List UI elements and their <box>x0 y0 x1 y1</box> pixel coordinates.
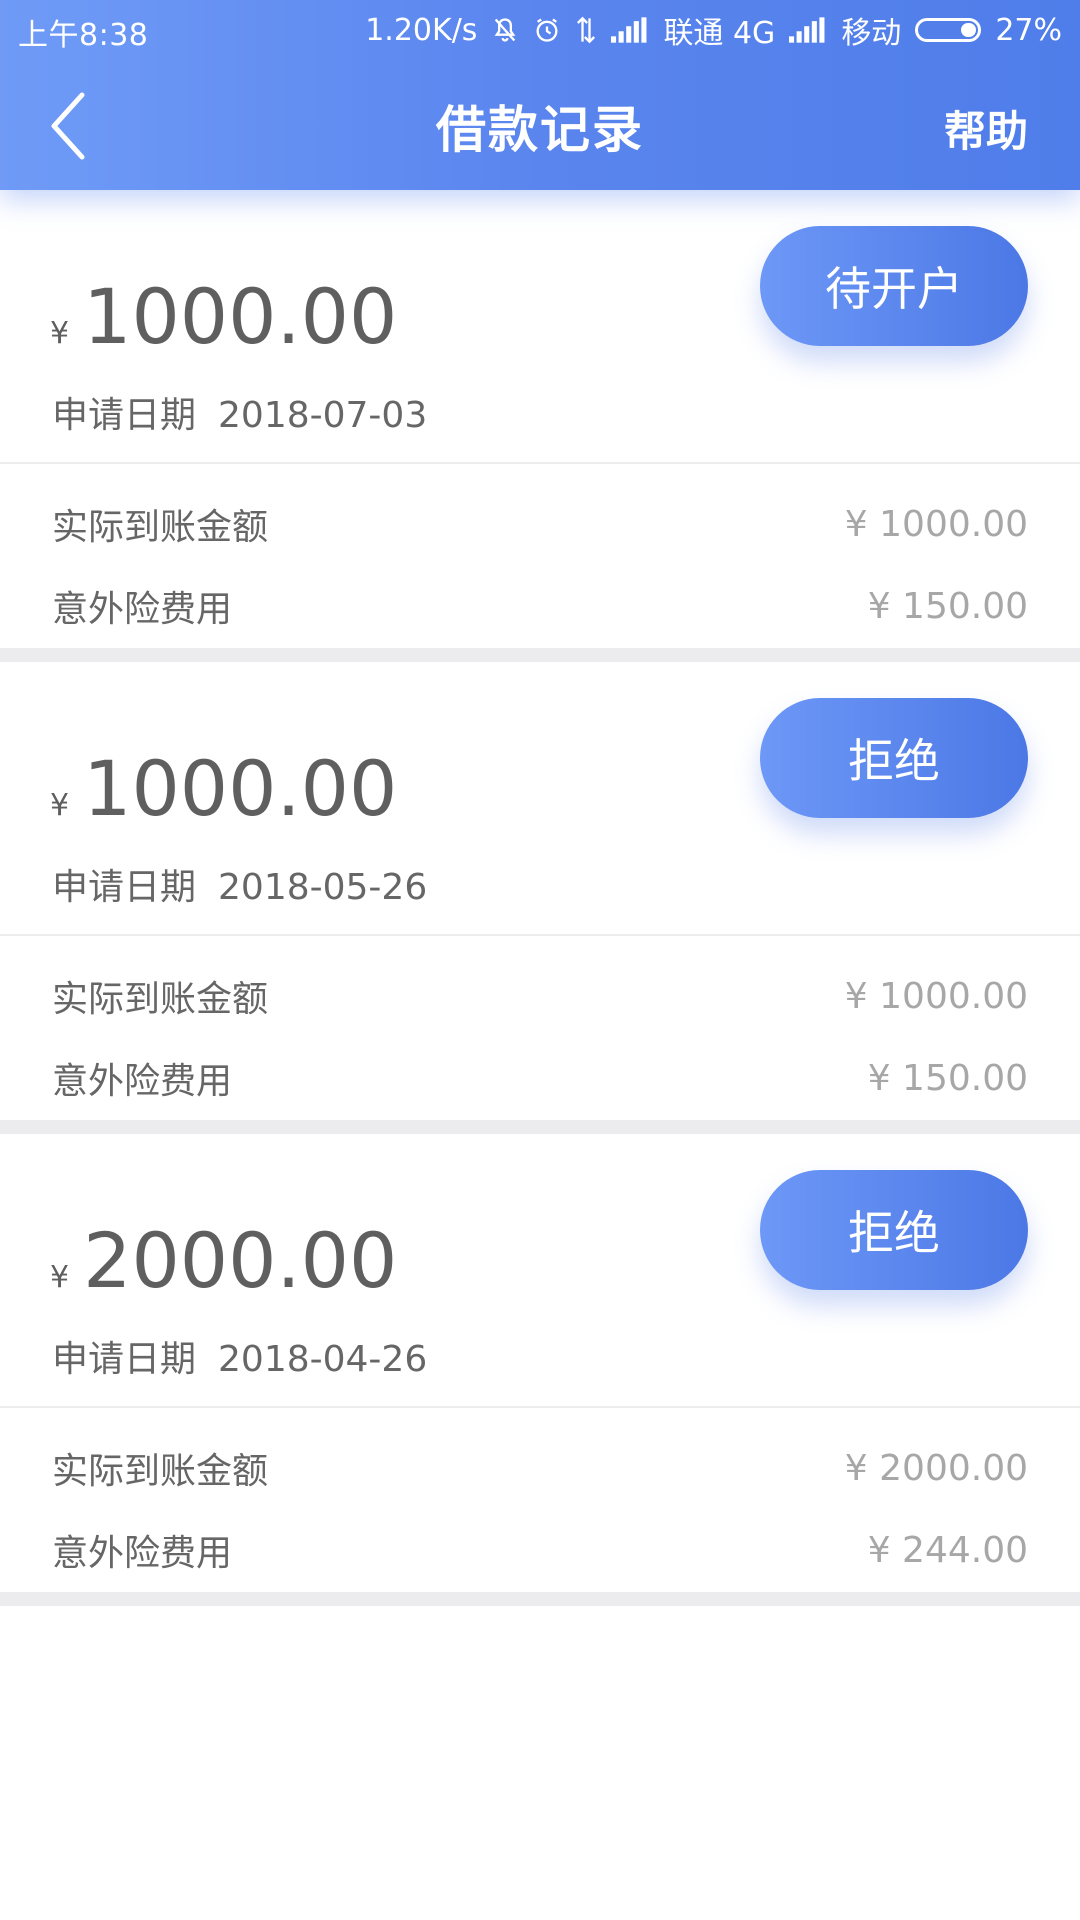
received-label: 实际到账金额 <box>52 507 269 548</box>
currency-symbol: ¥ <box>50 316 70 351</box>
date-value: 2018-07-03 <box>218 395 428 436</box>
loan-record-card[interactable]: ¥ 1000.00 申请日期 2018-07-03 待开户 实际到账金额 ¥ 10… <box>0 190 1080 662</box>
status-right-group: 1.20K/s 联通 4G 移动 27% <box>365 8 1062 52</box>
insurance-label: 意外险费用 <box>52 1533 233 1574</box>
card-summary: ¥ 1000.00 申请日期 2018-05-26 拒绝 <box>0 662 1080 936</box>
insurance-label: 意外险费用 <box>52 1061 233 1102</box>
alarm-icon <box>533 16 561 44</box>
loan-record-card[interactable]: ¥ 2000.00 申请日期 2018-04-26 拒绝 实际到账金额 ¥ 200… <box>0 1134 1080 1606</box>
status-button[interactable]: 拒绝 <box>760 1170 1028 1290</box>
app-header: 上午8:38 1.20K/s 联通 4G 移动 27% 借款记录 帮助 <box>0 0 1080 190</box>
signal-icon <box>611 17 649 43</box>
application-date: 申请日期 2018-04-26 <box>52 1330 427 1382</box>
insurance-value: ¥ 150.00 <box>867 1057 1028 1099</box>
received-label: 实际到账金额 <box>52 1451 269 1492</box>
loan-amount: ¥ 2000.00 <box>50 1216 397 1305</box>
insurance-fee-row: 意外险费用 ¥ 244.00 <box>52 1524 1028 1576</box>
status-button[interactable]: 待开户 <box>760 226 1028 346</box>
card-summary: ¥ 1000.00 申请日期 2018-07-03 待开户 <box>0 190 1080 464</box>
application-date: 申请日期 2018-05-26 <box>52 858 427 910</box>
received-label: 实际到账金额 <box>52 979 269 1020</box>
battery-level <box>961 23 977 37</box>
mute-icon <box>491 16 519 44</box>
amount-value: 1000.00 <box>83 744 398 833</box>
data-transfer-icon <box>575 16 597 44</box>
received-value: ¥ 2000.00 <box>844 1447 1028 1489</box>
received-value: ¥ 1000.00 <box>844 503 1028 545</box>
carrier-1: 联通 4G <box>663 16 776 51</box>
application-date: 申请日期 2018-07-03 <box>52 386 427 438</box>
received-amount-row: 实际到账金额 ¥ 1000.00 <box>52 498 1028 550</box>
status-bar: 上午8:38 1.20K/s 联通 4G 移动 27% <box>0 0 1080 62</box>
battery-icon <box>915 18 982 42</box>
loan-amount: ¥ 1000.00 <box>50 272 397 361</box>
loan-record-card[interactable]: ¥ 1000.00 申请日期 2018-05-26 拒绝 实际到账金额 ¥ 100… <box>0 662 1080 1134</box>
signal-icon-2 <box>789 17 827 43</box>
loan-record-list: ¥ 1000.00 申请日期 2018-07-03 待开户 实际到账金额 ¥ 10… <box>0 190 1080 1606</box>
status-time: 上午8:38 <box>18 18 149 53</box>
insurance-label: 意外险费用 <box>52 589 233 630</box>
date-label: 申请日期 <box>52 395 197 436</box>
page-title: 借款记录 <box>436 101 644 159</box>
date-label: 申请日期 <box>52 1339 197 1380</box>
battery-percent: 27% <box>995 12 1062 48</box>
card-summary: ¥ 2000.00 申请日期 2018-04-26 拒绝 <box>0 1134 1080 1408</box>
received-amount-row: 实际到账金额 ¥ 1000.00 <box>52 970 1028 1022</box>
loan-amount: ¥ 1000.00 <box>50 744 397 833</box>
insurance-fee-row: 意外险费用 ¥ 150.00 <box>52 1052 1028 1104</box>
date-label: 申请日期 <box>52 867 197 908</box>
currency-symbol: ¥ <box>50 1260 70 1295</box>
help-button[interactable]: 帮助 <box>944 98 1028 159</box>
amount-value: 1000.00 <box>83 272 398 361</box>
received-value: ¥ 1000.00 <box>844 975 1028 1017</box>
currency-symbol: ¥ <box>50 788 70 823</box>
received-amount-row: 实际到账金额 ¥ 2000.00 <box>52 1442 1028 1494</box>
navigation-bar: 借款记录 帮助 <box>0 62 1080 190</box>
insurance-value: ¥ 244.00 <box>867 1529 1028 1571</box>
insurance-fee-row: 意外险费用 ¥ 150.00 <box>52 580 1028 632</box>
network-speed: 1.20K/s <box>365 12 478 48</box>
carrier-2: 移动 <box>841 16 902 51</box>
status-button[interactable]: 拒绝 <box>760 698 1028 818</box>
date-value: 2018-04-26 <box>218 1339 428 1380</box>
insurance-value: ¥ 150.00 <box>867 585 1028 627</box>
date-value: 2018-05-26 <box>218 867 428 908</box>
amount-value: 2000.00 <box>83 1216 398 1305</box>
